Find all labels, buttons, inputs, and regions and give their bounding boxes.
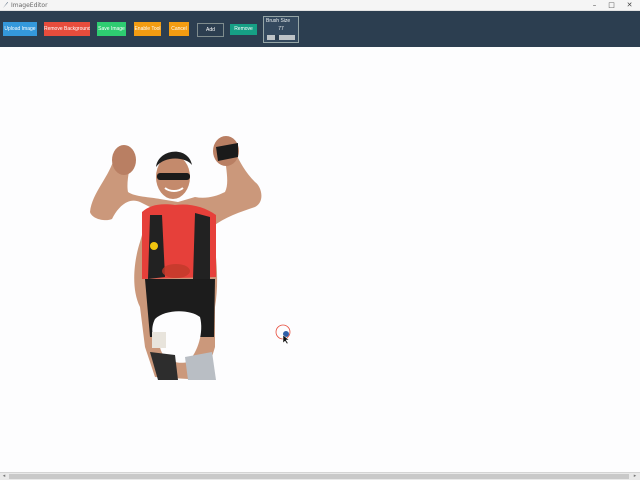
brush-size-value: 77 (278, 26, 284, 32)
window-titlebar: ImageEditor – □ ✕ (0, 0, 640, 11)
image-canvas[interactable] (0, 47, 640, 472)
scroll-right-arrow-icon[interactable]: ▸ (631, 473, 639, 480)
enable-tool-button[interactable]: Enable Tool (134, 22, 161, 36)
toolbar (0, 11, 640, 47)
scrollbar-thumb[interactable] (9, 474, 629, 479)
remove-button[interactable]: Remove (230, 24, 257, 35)
canvas-drawing (90, 136, 291, 380)
scroll-left-arrow-icon[interactable]: ◂ (0, 473, 8, 480)
brush-cursor-icon (275, 324, 291, 345)
cancel-button[interactable]: Cancel (169, 22, 189, 36)
save-image-button[interactable]: Save Image (97, 22, 126, 36)
brush-slider-thumb[interactable] (275, 35, 279, 40)
close-button[interactable]: ✕ (623, 0, 636, 10)
horizontal-scrollbar[interactable]: ◂ ▸ (0, 472, 640, 480)
minimize-button[interactable]: – (588, 0, 601, 10)
app-feather-icon (3, 2, 8, 8)
upload-image-button[interactable]: Upload Image (3, 22, 37, 36)
remove-background-button[interactable]: Remove Background (44, 22, 90, 36)
add-button[interactable]: Add (197, 23, 224, 37)
brush-size-label: Brush Size (266, 18, 291, 24)
brush-size-slider[interactable] (267, 35, 295, 40)
window-title: ImageEditor (11, 2, 48, 9)
maximize-button[interactable]: □ (605, 0, 618, 10)
person-cutout-icon (90, 136, 262, 380)
brush-size-panel: Brush Size 77 (263, 16, 299, 43)
